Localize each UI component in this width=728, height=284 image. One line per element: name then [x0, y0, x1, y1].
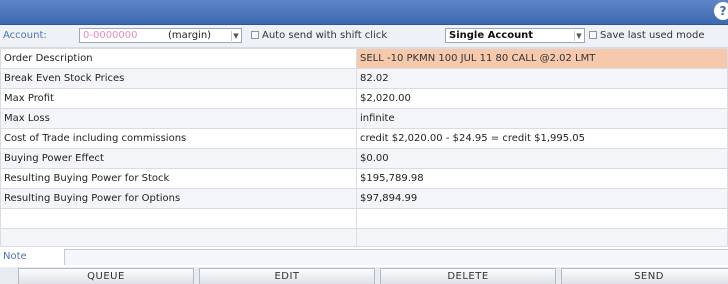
row-label: Order Description — [0, 48, 357, 69]
chevron-down-icon: ▼ — [574, 31, 583, 41]
row-value: $0.00 — [356, 148, 728, 169]
help-icon[interactable]: ? — [714, 2, 728, 20]
row-label: Max Loss — [0, 108, 357, 129]
account-select[interactable]: 0-0000000 (margin) ▼ — [79, 28, 242, 43]
note-row: Note — [0, 246, 728, 267]
note-input[interactable] — [64, 249, 728, 265]
table-row: Buying Power Effect $0.00 — [0, 148, 728, 169]
account-bar: Account: 0-0000000 (margin) ▼ Auto send … — [0, 25, 728, 48]
table-row: Resulting Buying Power for Options $97,8… — [0, 188, 728, 209]
table-row: Cost of Trade including commissions cred… — [0, 128, 728, 149]
account-id: 0-0000000 — [83, 30, 138, 41]
row-label: Cost of Trade including commissions — [0, 128, 357, 149]
mode-select[interactable]: Single Account ▼ — [445, 28, 585, 43]
row-label: Break Even Stock Prices — [0, 68, 357, 89]
save-last-mode-checkbox[interactable] — [589, 31, 597, 39]
chevron-down-icon: ▼ — [231, 31, 240, 41]
row-value: $195,789.98 — [356, 168, 728, 189]
row-label: Resulting Buying Power for Options — [0, 188, 357, 209]
account-type: (margin) — [168, 30, 212, 41]
auto-send-checkbox[interactable] — [251, 31, 259, 39]
account-label: Account: — [3, 30, 47, 41]
row-value — [356, 208, 728, 229]
note-label: Note — [3, 251, 27, 262]
save-last-mode-label: Save last used mode — [600, 30, 705, 41]
row-value: $97,894.99 — [356, 188, 728, 209]
table-row: Order Description SELL -10 PKMN 100 JUL … — [0, 48, 728, 69]
order-summary-table: Order Description SELL -10 PKMN 100 JUL … — [0, 48, 728, 249]
row-label — [0, 208, 357, 229]
mode-value: Single Account — [449, 30, 534, 41]
queue-button[interactable]: QUEUE — [18, 268, 194, 284]
row-label: Resulting Buying Power for Stock — [0, 168, 357, 189]
send-button[interactable]: SEND — [561, 268, 728, 284]
table-row — [0, 208, 728, 229]
row-value: credit $2,020.00 - $24.95 = credit $1,99… — [356, 128, 728, 149]
row-value: infinite — [356, 108, 728, 129]
row-label: Buying Power Effect — [0, 148, 357, 169]
edit-button[interactable]: EDIT — [199, 268, 375, 284]
table-row: Resulting Buying Power for Stock $195,78… — [0, 168, 728, 189]
table-row: Max Loss infinite — [0, 108, 728, 129]
title-bar: ? — [0, 0, 728, 25]
row-value: SELL -10 PKMN 100 JUL 11 80 CALL @2.02 L… — [356, 48, 728, 69]
row-label: Max Profit — [0, 88, 357, 109]
row-value: $2,020.00 — [356, 88, 728, 109]
action-button-bar: QUEUE EDIT DELETE SEND — [0, 267, 728, 284]
table-row: Break Even Stock Prices 82.02 — [0, 68, 728, 89]
delete-button[interactable]: DELETE — [380, 268, 556, 284]
row-value: 82.02 — [356, 68, 728, 89]
auto-send-label: Auto send with shift click — [262, 30, 388, 41]
table-row: Max Profit $2,020.00 — [0, 88, 728, 109]
